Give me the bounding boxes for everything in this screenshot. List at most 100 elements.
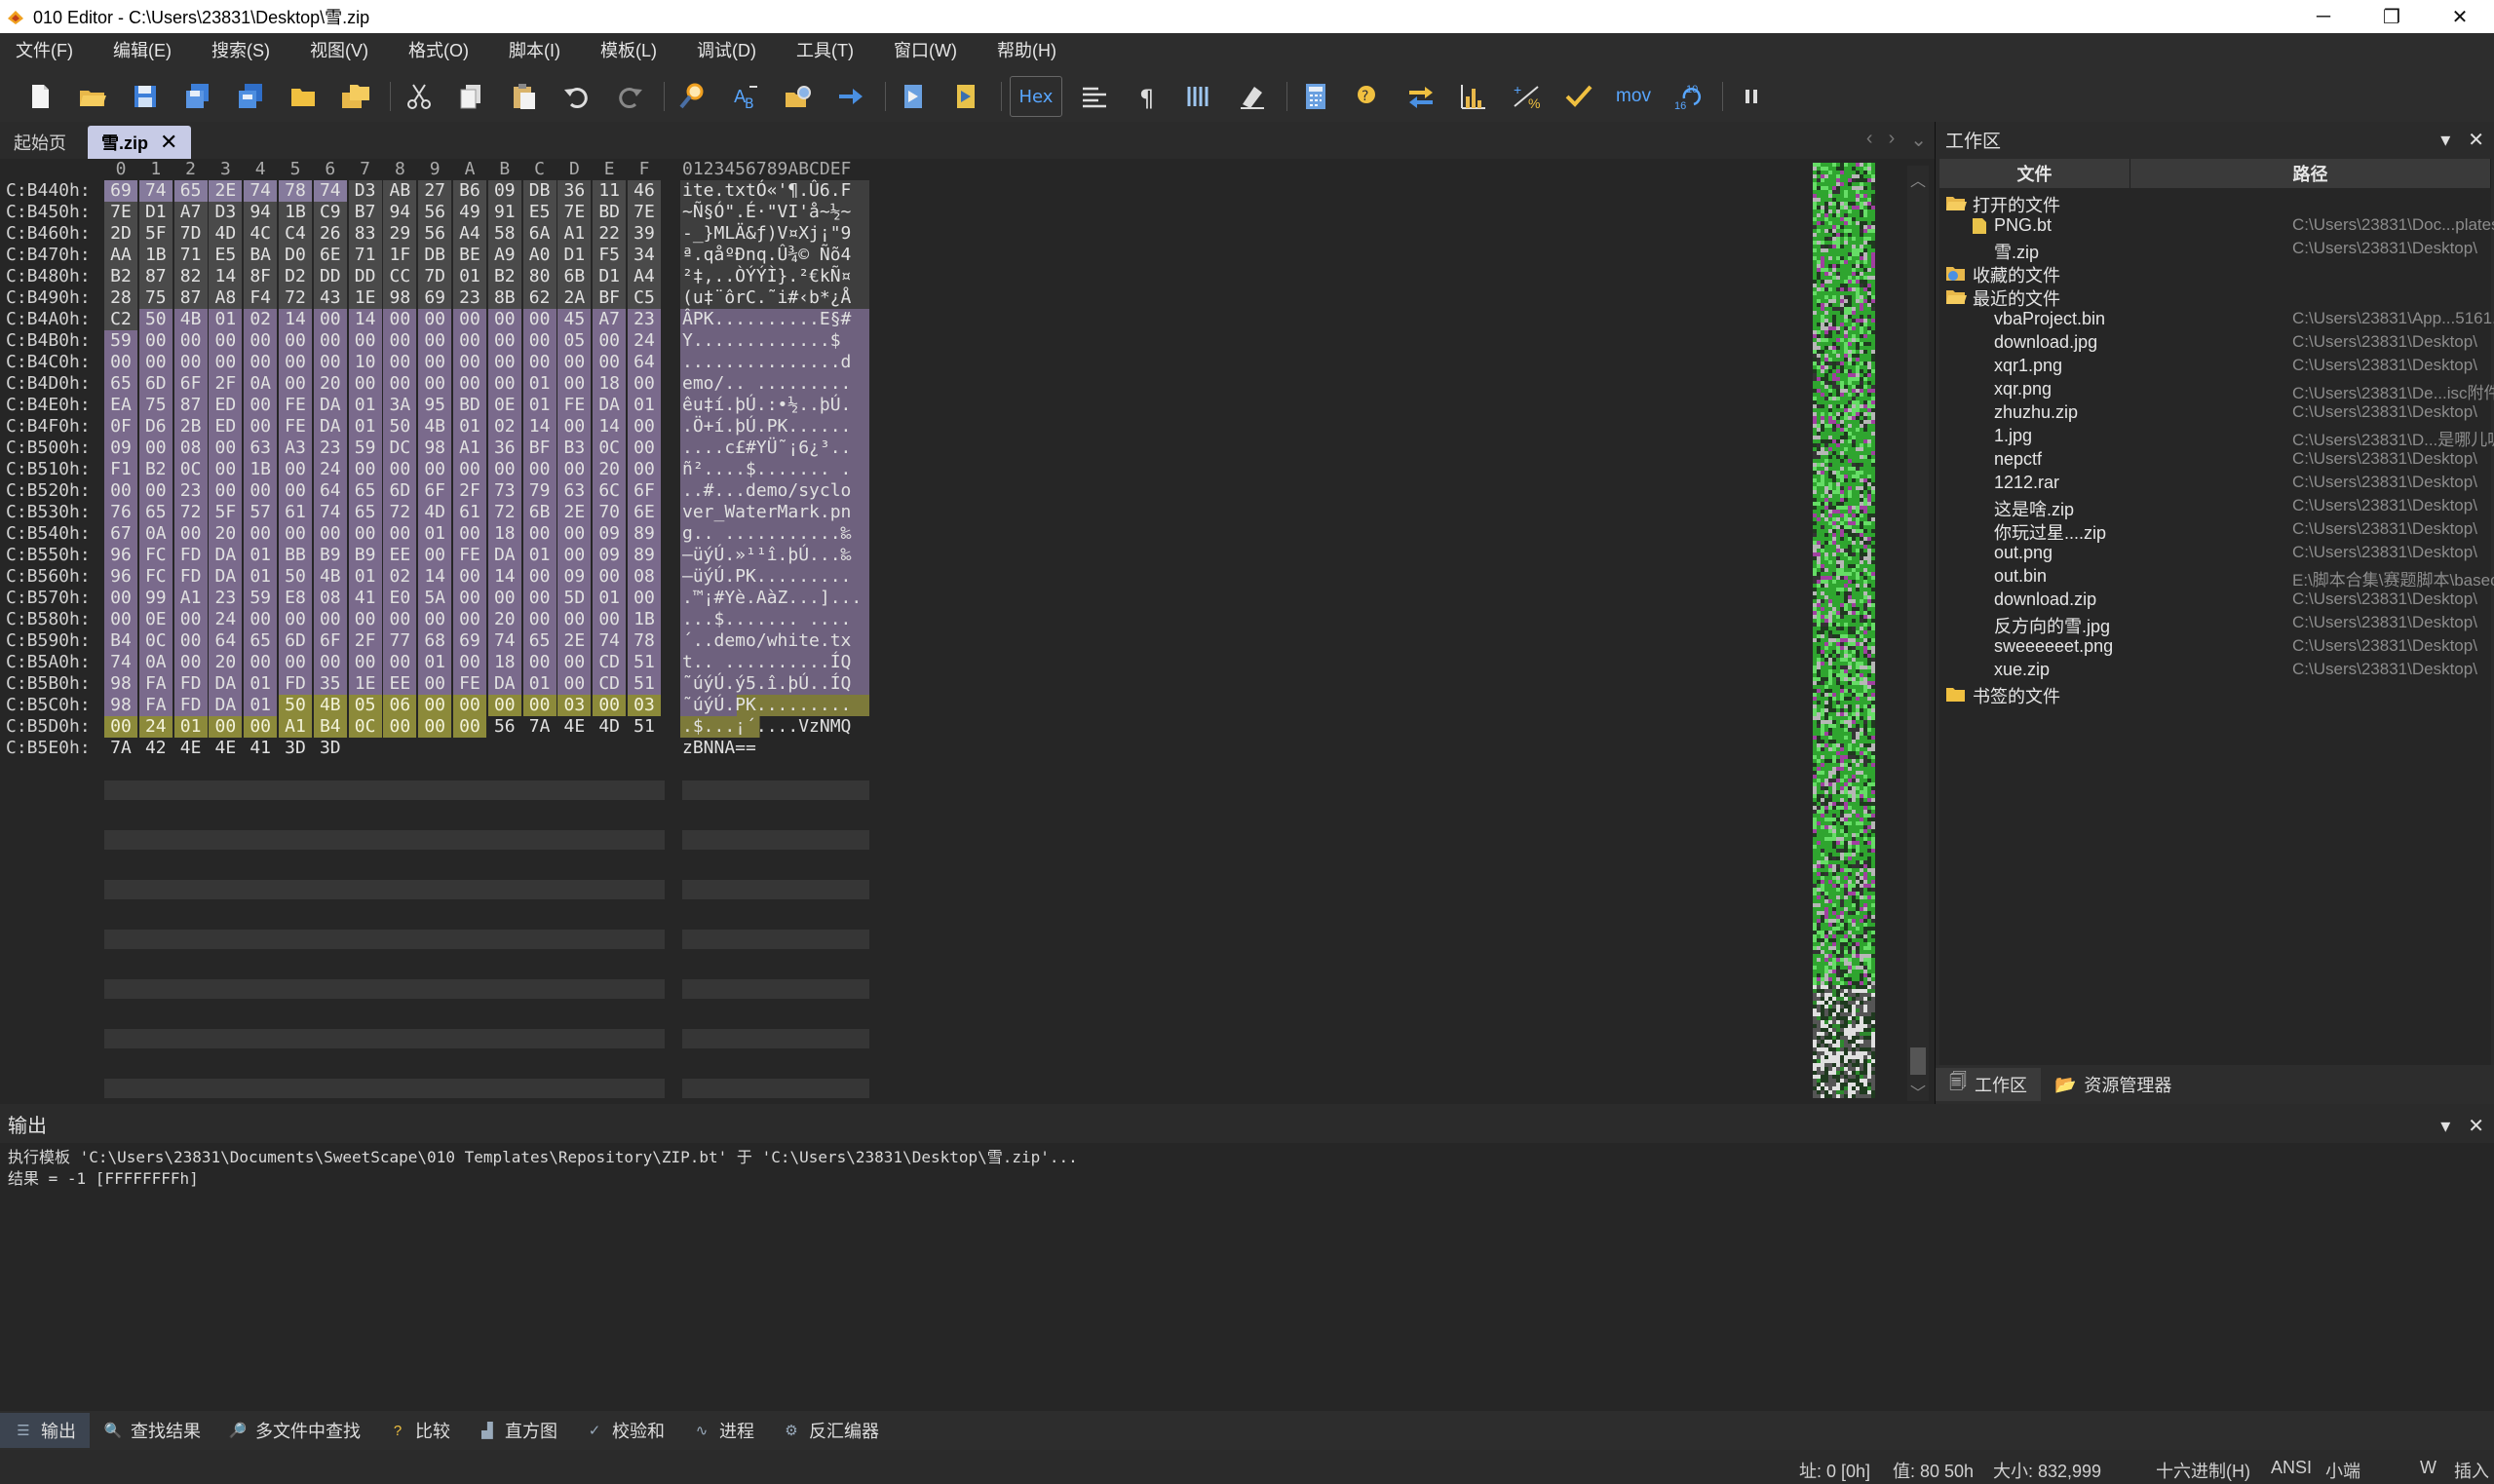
hex-byte[interactable]: 00 — [244, 609, 278, 630]
hex-byte[interactable]: B2 — [138, 459, 173, 480]
hex-byte[interactable]: 5F — [209, 502, 243, 523]
hex-byte[interactable]: DB — [522, 180, 556, 202]
hex-byte[interactable]: 14 — [593, 416, 627, 438]
hex-byte[interactable]: 39 — [628, 223, 661, 245]
calculator-icon[interactable] — [1295, 76, 1336, 117]
hex-byte[interactable]: 00 — [209, 438, 243, 459]
hex-byte[interactable]: 1B — [628, 609, 661, 630]
hex-byte[interactable]: 00 — [593, 352, 627, 373]
hex-byte[interactable]: 74 — [313, 502, 347, 523]
hex-byte[interactable]: 00 — [628, 588, 661, 609]
hex-byte[interactable]: 01 — [628, 395, 661, 416]
hex-byte[interactable]: 72 — [383, 502, 417, 523]
hex-row[interactable]: C:B460h: 2D 5F 7D 4D 4C C4 26 83 29 56 A4 58 6A A1 22 39… — [0, 223, 877, 245]
hex-byte[interactable]: 6B — [522, 502, 556, 523]
hex-byte[interactable]: DA — [487, 673, 521, 695]
hex-byte[interactable]: 23 — [453, 287, 486, 309]
list-item[interactable]: nepctf C:\Users\23831\Desktop\ — [1939, 449, 2491, 473]
hex-byte[interactable]: 67 — [104, 523, 137, 545]
hex-byte[interactable]: A3 — [279, 438, 312, 459]
hex-byte[interactable]: DB — [418, 245, 452, 266]
hex-byte[interactable]: 2E — [557, 502, 592, 523]
hex-byte[interactable]: 72 — [279, 287, 312, 309]
hex-byte[interactable]: 00 — [279, 652, 312, 673]
hex-byte[interactable]: 91 — [487, 202, 521, 223]
hex-byte[interactable]: 5D — [557, 588, 592, 609]
hex-byte[interactable]: 0E — [138, 609, 173, 630]
histogram-icon[interactable] — [1453, 76, 1494, 117]
hex-byte[interactable]: 00 — [418, 609, 452, 630]
hex-byte[interactable]: 24 — [628, 330, 661, 352]
hex-byte[interactable]: 2B — [173, 416, 208, 438]
hex-byte[interactable]: 68 — [418, 630, 452, 652]
hex-byte[interactable]: 59 — [244, 588, 278, 609]
ascii-text[interactable]: ....c£#YÜ˜¡6¿³.. — [682, 438, 869, 459]
hex-row[interactable]: C:B5C0h: 98 FA FD DA 01 50 4B 05 06 00 00 00 00 03 00 03… — [0, 695, 877, 716]
vertical-scrollbar[interactable]: ︿ ﹀ — [1907, 166, 1929, 1103]
open-folder-icon[interactable] — [283, 76, 324, 117]
hex-byte[interactable]: 87 — [173, 287, 208, 309]
hex-byte[interactable]: 18 — [593, 373, 627, 395]
hex-byte[interactable]: A4 — [628, 266, 661, 287]
hex-byte[interactable]: 43 — [313, 287, 347, 309]
hex-byte[interactable]: EA — [104, 395, 137, 416]
color-picker-icon[interactable]: ? — [1348, 76, 1389, 117]
hex-byte[interactable]: A9 — [487, 245, 521, 266]
hex-byte[interactable]: 00 — [453, 566, 486, 588]
hex-byte[interactable]: 1E — [348, 673, 382, 695]
scroll-down-icon[interactable]: ﹀ — [1910, 1080, 1926, 1103]
hex-byte[interactable]: 00 — [348, 652, 382, 673]
hex-byte[interactable]: 0C — [138, 630, 173, 652]
status-display-mode[interactable]: 十六进制(H) — [2156, 1458, 2250, 1483]
hex-byte[interactable]: 69 — [104, 180, 137, 202]
hex-byte[interactable]: 96 — [104, 545, 137, 566]
hex-byte[interactable]: 00 — [522, 523, 556, 545]
list-item[interactable]: xqr1.png C:\Users\23831\Desktop\ — [1939, 356, 2491, 379]
hex-byte[interactable]: 72 — [487, 502, 521, 523]
hex-byte[interactable]: B9 — [348, 545, 382, 566]
hex-byte[interactable]: 14 — [209, 266, 243, 287]
hex-byte[interactable]: 65 — [522, 630, 556, 652]
hex-byte[interactable]: 71 — [348, 245, 382, 266]
hex-byte[interactable]: 00 — [209, 480, 243, 502]
hex-byte[interactable]: 49 — [453, 202, 486, 223]
hex-byte[interactable]: 4E — [557, 716, 591, 738]
panel-menu-icon[interactable]: ▾ — [2440, 128, 2450, 152]
hex-byte[interactable]: 22 — [593, 223, 627, 245]
hex-byte[interactable]: E8 — [279, 588, 312, 609]
hex-byte[interactable]: 36 — [487, 438, 521, 459]
hex-byte[interactable]: 6D — [383, 480, 417, 502]
hex-row[interactable]: C:B590h: B4 0C 00 64 65 6D 6F 2F 77 68 69 74 65 2E 74 78… — [0, 630, 877, 652]
hex-byte[interactable]: 56 — [418, 223, 452, 245]
hex-byte[interactable]: 00 — [593, 609, 627, 630]
hex-byte[interactable]: 00 — [209, 459, 243, 480]
hex-byte[interactable]: 00 — [522, 330, 556, 352]
hex-byte[interactable]: D3 — [348, 180, 382, 202]
new-file-icon[interactable] — [19, 76, 60, 117]
hex-byte[interactable]: 08 — [173, 438, 208, 459]
hex-byte[interactable]: 36 — [557, 180, 592, 202]
hex-byte[interactable]: 01 — [522, 395, 556, 416]
list-item[interactable]: out.png C:\Users\23831\Desktop\ — [1939, 543, 2491, 566]
hex-byte[interactable]: B6 — [453, 180, 486, 202]
hex-byte[interactable]: 01 — [348, 395, 382, 416]
hex-byte[interactable]: 00 — [557, 459, 592, 480]
hex-byte[interactable]: 74 — [487, 630, 521, 652]
hex-byte[interactable]: 00 — [244, 716, 278, 738]
hex-byte[interactable]: 5A — [418, 588, 452, 609]
hex-byte[interactable]: 00 — [279, 330, 312, 352]
hex-byte[interactable]: BD — [453, 395, 486, 416]
hex-byte[interactable]: 00 — [453, 523, 486, 545]
scroll-up-icon[interactable]: ︿ — [1910, 168, 1926, 191]
hex-byte[interactable]: 1B — [244, 459, 278, 480]
hex-byte[interactable]: 6B — [557, 266, 592, 287]
hex-byte[interactable]: E5 — [209, 245, 243, 266]
hex-row[interactable]: C:B4D0h: 65 6D 6F 2F 0A 00 20 00 00 00 00 00 01 00 18 00… — [0, 373, 877, 395]
hex-byte[interactable]: 77 — [383, 630, 417, 652]
hex-byte[interactable]: BB — [279, 545, 312, 566]
hex-byte[interactable]: 6E — [313, 245, 347, 266]
ascii-text[interactable]: ite.txtÓ«'¶.Û6.F — [682, 180, 869, 202]
hex-byte[interactable]: 70 — [593, 502, 627, 523]
hex-byte[interactable]: 00 — [557, 609, 592, 630]
hex-row[interactable]: C:B5E0h: 7A 42 4E 4E 41 3D 3D zBNNA== — [0, 738, 877, 759]
